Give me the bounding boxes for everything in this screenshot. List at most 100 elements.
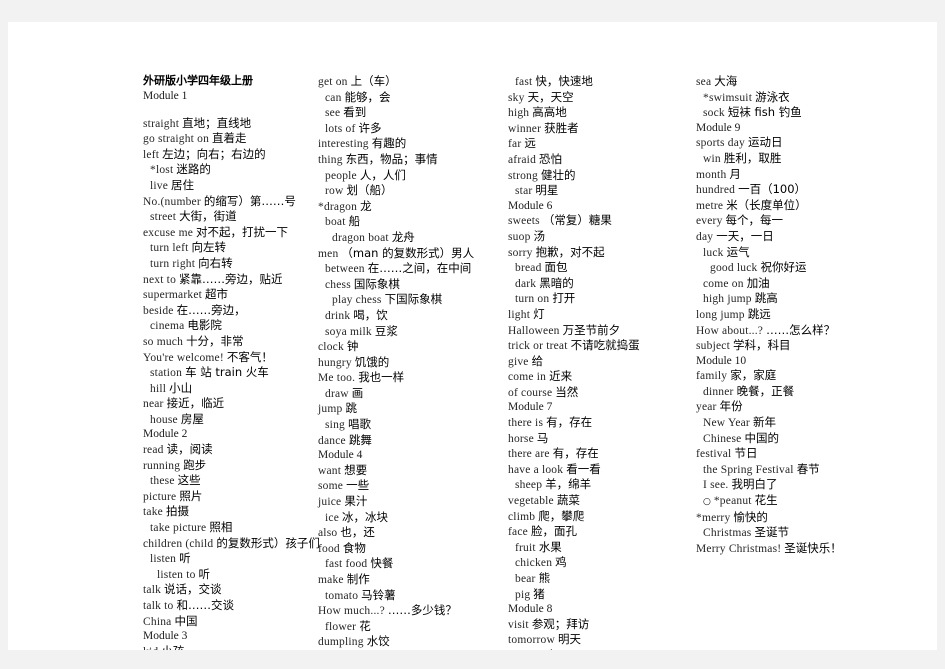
vocabulary-entry: juice 果汁 <box>318 494 503 510</box>
entry-chinese: 脸，面孔 <box>530 524 577 539</box>
entry-english: day <box>696 230 714 243</box>
vocabulary-entry: winner 获胜者 <box>508 121 693 137</box>
module-heading: Module 10 <box>696 354 747 367</box>
entry-english: sweets <box>508 215 540 228</box>
vocabulary-entry: metre 米（长度单位） <box>696 198 881 214</box>
entry-english: every <box>696 215 723 228</box>
vocabulary-entry: come on 加油 <box>696 276 881 292</box>
entry-chinese: 游泳衣 <box>755 89 790 104</box>
bullet-icon: ○ <box>703 497 711 508</box>
vocabulary-column-4: sea 大海 *swimsuit 游泳衣 sock 短袜 fish 钓鱼 Module 9s… <box>696 74 881 556</box>
entry-chinese: 获胜者 <box>544 120 579 135</box>
vocabulary-entry: lots of 许多 <box>318 121 503 137</box>
entry-chinese: ……多少钱？ <box>387 603 457 618</box>
entry-english: tomato <box>325 589 359 602</box>
vocabulary-entry: Merry Christmas! 圣诞快乐！ <box>696 541 881 557</box>
vocabulary-entry: come in 近来 <box>508 369 693 385</box>
vocabulary-entry: men （man 的复数形式）男人 <box>318 246 503 262</box>
vocabulary-entry: cinema 电影院 <box>143 318 328 334</box>
entry-chinese: 房屋 <box>180 411 204 426</box>
vocabulary-entry: hill 小山 <box>143 381 328 397</box>
entry-english: listen <box>150 553 177 566</box>
entry-chinese: 制作 <box>346 572 370 586</box>
vocabulary-entry: You're welcome! 不客气！ <box>143 350 328 366</box>
entry-chinese: 龙舟 <box>391 229 415 244</box>
entry-chinese: 照片 <box>179 488 203 503</box>
entry-english: want <box>318 464 342 477</box>
entry-english: clock <box>318 341 344 354</box>
entry-chinese: 左边；向右；右边的 <box>162 146 266 161</box>
entry-english: *merry <box>696 511 731 524</box>
entry-english: street <box>150 211 177 224</box>
entry-chinese: 祝你好运 <box>760 260 807 275</box>
entry-chinese: 马铃薯 <box>361 587 396 602</box>
entry-chinese: 猪 <box>533 586 545 601</box>
vocabulary-entry: left 左边；向右；右边的 <box>143 147 328 163</box>
vocabulary-entry: turn on 打开 <box>508 291 693 307</box>
entry-chinese: 圣诞快乐！ <box>784 540 842 555</box>
entry-chinese: 健壮的 <box>540 167 576 182</box>
entry-english: *dragon <box>318 200 358 213</box>
vocabulary-entry: supermarket 超市 <box>143 287 328 303</box>
entry-chinese: 说话，交谈 <box>164 582 222 597</box>
entry-english: You're welcome! <box>143 351 224 364</box>
entry-english: play chess <box>332 294 382 307</box>
entry-chinese: 不客气！ <box>226 349 273 364</box>
vocabulary-entry: next to 紧靠……旁边，贴近 <box>143 272 328 288</box>
entry-chinese: 恐怕 <box>539 151 563 166</box>
entry-english: ice <box>325 511 340 524</box>
entry-chinese: 超市 <box>205 287 229 302</box>
vocabulary-entry: listen 听 <box>143 551 328 567</box>
entry-english: see <box>325 107 341 120</box>
vocabulary-entry: soya milk 豆浆 <box>318 324 503 340</box>
vocabulary-entry: people 人，人们 <box>318 168 503 184</box>
entry-chinese: 迷路的 <box>176 162 211 177</box>
entry-chinese: 画 <box>351 385 364 400</box>
entry-chinese: 汤 <box>533 228 546 243</box>
entry-english: talk <box>143 584 162 597</box>
entry-english: next to <box>143 273 177 286</box>
vocabulary-entry: *merry 愉快的 <box>696 510 881 526</box>
entry-chinese: 紧靠……旁边，贴近 <box>179 271 283 286</box>
vocabulary-entry: *dragon 龙 <box>318 199 503 215</box>
entry-chinese: 抱歉，对不起 <box>535 244 605 259</box>
vocabulary-entry: street 大街，街道 <box>143 209 328 225</box>
vocabulary-entry: long jump 跳远 <box>696 307 881 323</box>
entry-english: turn right <box>150 257 196 270</box>
module-heading: Module 4 <box>318 449 363 462</box>
entry-chinese: 马 <box>536 430 549 445</box>
entry-chinese: 船 <box>348 214 361 229</box>
vocabulary-entry: subject 学科，科目 <box>696 338 881 354</box>
entry-english: year <box>696 401 717 414</box>
entry-chinese: 家，家庭 <box>730 368 777 383</box>
entry-english: straight <box>143 117 180 130</box>
entry-chinese: 花 <box>359 618 371 633</box>
vocabulary-entry: dance 跳舞 <box>318 433 503 449</box>
vocabulary-entry: take 拍摄 <box>143 504 328 520</box>
vocabulary-entry: every 每个，每一 <box>696 213 881 229</box>
vocabulary-entry: hundred 一百（100） <box>696 182 881 198</box>
entry-english: get on <box>318 76 348 88</box>
entry-english: men <box>318 247 339 260</box>
entry-chinese: 读，阅读 <box>166 442 213 457</box>
entry-chinese: 向右转 <box>198 255 233 270</box>
vocabulary-entry: listen to 听 <box>143 567 328 583</box>
entry-chinese: 十分，非常 <box>186 333 244 348</box>
entry-english: family <box>696 370 728 383</box>
entry-english: strong <box>508 169 538 182</box>
entry-english: left <box>143 148 160 161</box>
entry-chinese: 远 <box>524 136 536 151</box>
entry-english: station <box>150 367 183 380</box>
entry-english: there is <box>508 417 544 430</box>
vocabulary-entry: make 制作 <box>318 572 503 588</box>
entry-english: Halloween <box>508 324 560 337</box>
entry-english: horse <box>508 432 534 445</box>
entry-chinese: 花生 <box>754 493 778 508</box>
vocabulary-entry: turn left 向左转 <box>143 240 328 256</box>
vocabulary-entry: China 中国 <box>143 614 328 630</box>
entry-english: Me too. <box>318 372 356 385</box>
entry-chinese: 中国的 <box>744 430 779 445</box>
vocabulary-entry: some 一些 <box>318 478 503 494</box>
entry-english: winner <box>508 122 542 135</box>
